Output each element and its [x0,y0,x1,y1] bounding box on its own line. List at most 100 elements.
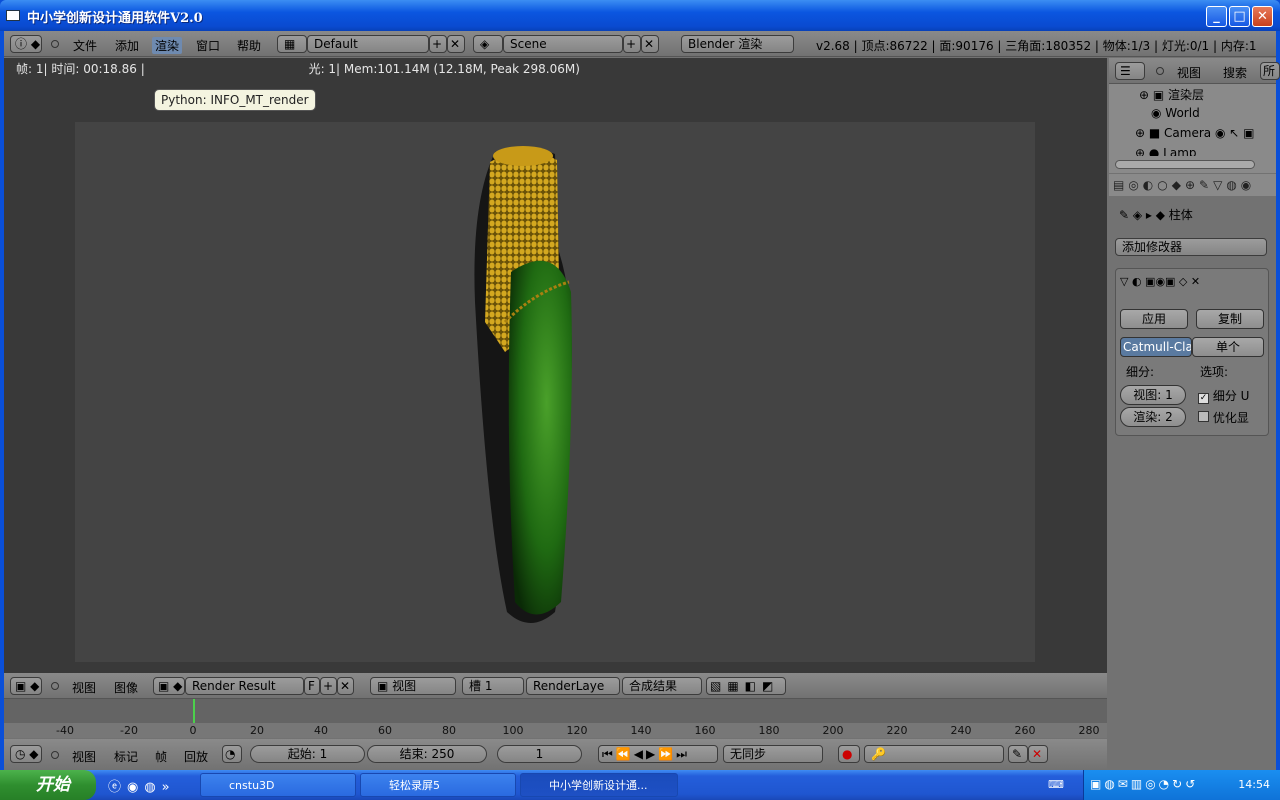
close-button[interactable]: ✕ [1252,6,1273,27]
add-modifier-select[interactable]: 添加修改器 [1115,238,1267,256]
image-menu-image[interactable]: 图像 [114,679,138,696]
current-frame-marker[interactable] [193,699,195,723]
apply-button[interactable]: 应用 [1120,309,1188,329]
outliner-header: ☰ 视图 搜索 所 [1109,58,1280,84]
maximize-button[interactable]: □ [1229,6,1250,27]
timeline-tick-label: 100 [502,724,524,737]
image-browse-icon[interactable]: ▣ ◆ [153,677,185,695]
modifier-header-icons[interactable]: ▽ ◐ ▣◉▣ ◇ ✕ [1120,275,1200,288]
taskbar-item-recorder[interactable]: 轻松录屏5 [360,773,516,797]
outliner-item-lamp[interactable]: ⊕ ● Lamp [1135,146,1197,156]
timeline-menu-view[interactable]: 视图 [72,748,96,765]
timeline-editor-icon[interactable]: ◷ ◆ [10,745,42,763]
draw-channels-buttons[interactable]: ▧▦◧◩ [706,677,786,695]
simple-button[interactable]: 单个 [1192,337,1264,357]
fake-user-button[interactable]: F [304,677,320,695]
sync-mode-select[interactable]: 无同步 [723,745,823,763]
timeline-strip [4,699,1107,723]
outliner-menu-view[interactable]: 视图 [1177,64,1201,81]
record-icon[interactable]: ● [838,745,860,763]
scene-icon[interactable]: ◈ [473,35,503,53]
timeline-menu-playback[interactable]: 回放 [184,748,208,765]
object-context-path: ✎ ◈ ▸ ◆ 柱体 [1119,208,1193,222]
start-button[interactable]: 开始 [0,770,96,800]
render-levels-field[interactable]: 渲染: 2 [1120,407,1186,427]
delete-keyframe-icon[interactable]: ✕ [1028,745,1048,763]
python-tooltip: Python: INFO_MT_render [154,89,316,111]
timeline-menu-frame[interactable]: 帧 [155,748,167,765]
taskbar-item-cnstu3d[interactable]: cnstu3D [200,773,356,797]
outliner-panel[interactable]: ☰ 视图 搜索 所 ⊕ ▣ 渲染层 ◉ World ⊕ ■ Camera ◉ ↖… [1109,58,1280,173]
image-editor-viewport[interactable]: 帧: 1| 时间: 00:18.86 | 光: 1| Mem:101.14M (… [4,58,1107,673]
unlink-image-icon[interactable]: ✕ [337,677,354,695]
menu-render[interactable]: 渲染 [152,37,183,54]
minimize-button[interactable]: _ [1206,6,1227,27]
timeline-tick-label: 80 [442,724,456,737]
image-menu-view[interactable]: 视图 [72,679,96,696]
outliner-item-world[interactable]: ◉ World [1151,106,1200,120]
outliner-item-camera[interactable]: ⊕ ■ Camera ◉ ↖ ▣ [1135,126,1254,140]
copy-button[interactable]: 复制 [1196,309,1264,329]
timeline-collapse-icon[interactable] [51,751,59,759]
render-engine-select[interactable]: Blender 渲染 [681,35,794,53]
layout-icon[interactable]: ▦ [277,35,307,53]
subdivide-uv-checkbox[interactable]: ✓ 细分 U [1198,387,1249,404]
subsurf-modifier-panel: ▽ ◐ ▣◉▣ ◇ ✕ 应用 复制 Catmull-Clark 单个 细分: 选… [1115,268,1269,436]
start-frame-field[interactable]: 起始: 1 [250,745,365,763]
image-collapse-icon[interactable] [51,682,59,690]
outliner-item-renderlayers[interactable]: ⊕ ▣ 渲染层 [1139,86,1204,103]
view-levels-field[interactable]: 视图: 1 [1120,385,1186,405]
clock: 14:54 [1238,778,1270,791]
timeline-ruler[interactable]: -40 -20 0 20 40 60 80 100 120 140 160 180 200 220 240 2… [4,699,1107,738]
add-layout-icon[interactable]: + [429,35,447,53]
scene-select[interactable]: Scene [503,35,623,53]
add-scene-icon[interactable]: + [623,35,641,53]
outliner-collapse-icon[interactable] [1156,67,1164,75]
menu-help[interactable]: 帮助 [237,37,261,54]
timeline-tick-label: 20 [250,724,264,737]
collapse-menu-icon[interactable] [51,40,59,48]
current-frame-field[interactable]: 1 [497,745,582,763]
object-name: 柱体 [1168,208,1193,222]
menu-add[interactable]: 添加 [115,37,139,54]
catmull-clark-button[interactable]: Catmull-Clark [1120,337,1192,357]
optimal-display-checkbox[interactable]: 优化显 [1198,409,1249,426]
menu-file[interactable]: 文件 [73,37,97,54]
properties-tabs[interactable]: ▤◎◐○◆⊕✎▽◍◉ [1109,174,1276,196]
image-editor-type-icon[interactable]: ▣ ◆ [10,677,42,695]
timeline-tick-label: 120 [566,724,588,737]
timeline-header: ◷ ◆ 视图 标记 帧 回放 ◔ 起始: 1 结束: 250 1 ⏮⏪◀▶⏩⏭ … [4,739,1107,770]
taskbar-item-app[interactable]: 中小学创新设计通... [520,773,678,797]
app-icon [6,10,20,21]
keying-set-field[interactable]: 🔑 [864,745,1004,763]
timeline-tick-label: 200 [822,724,844,737]
keyboard-icon[interactable]: ⌨ [1048,778,1064,791]
timeline-tick-label: 0 [189,724,197,737]
timeline-menu-marker[interactable]: 标记 [114,748,138,765]
render-layer-select[interactable]: RenderLaye [526,677,620,695]
outliner-scrollbar[interactable] [1115,160,1255,169]
remove-layout-icon[interactable]: ✕ [447,35,465,53]
new-image-icon[interactable]: + [320,677,337,695]
end-frame-field[interactable]: 结束: 250 [367,745,487,763]
layout-select[interactable]: Default [307,35,429,53]
outliner-editor-icon[interactable]: ☰ [1115,62,1145,80]
outliner-filter-select[interactable]: 所 [1260,62,1280,80]
remove-scene-icon[interactable]: ✕ [641,35,659,53]
playback-controls[interactable]: ⏮⏪◀▶⏩⏭ [598,745,718,763]
window-title: 中小学创新设计通用软件V2.0 [27,11,203,26]
render-info-left: 帧: 1| 时间: 00:18.86 | [16,62,145,76]
render-pass-select[interactable]: 合成结果 [622,677,702,695]
timeline-tick-label: 280 [1078,724,1100,737]
menu-window[interactable]: 窗口 [196,37,220,54]
outliner-menu-search[interactable]: 搜索 [1223,64,1247,81]
editor-type-info[interactable]: ⓘ ◆ [10,35,42,53]
quick-launch-icons[interactable]: ⓔ◉◍» [108,776,176,795]
image-name-field[interactable]: Render Result [185,677,304,695]
render-info-right: 光: 1| Mem:101.14M (12.18M, Peak 298.06M) [308,62,580,76]
tray-icons[interactable]: ▣◍✉▥◎◔↻↺ [1090,777,1198,791]
insert-keyframe-icon[interactable]: ✎ [1008,745,1028,763]
render-slot-select[interactable]: 槽 1 [462,677,524,695]
view-mode-select[interactable]: ▣ 视图 [370,677,456,695]
preview-range-icon[interactable]: ◔ [222,745,242,763]
